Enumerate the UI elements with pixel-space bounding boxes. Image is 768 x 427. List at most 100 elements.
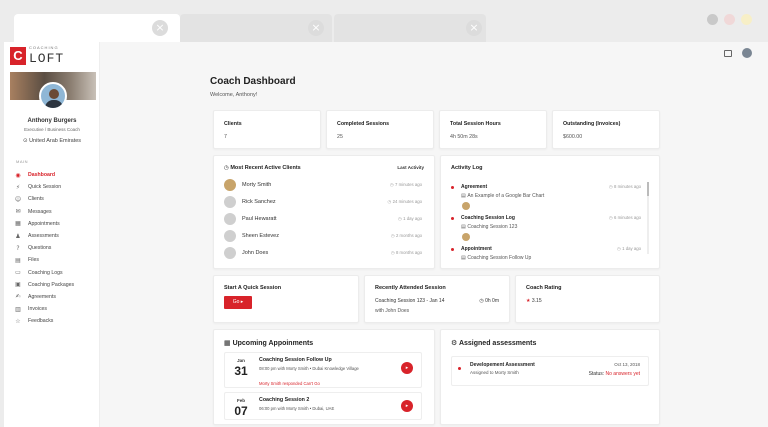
stat-card-session-hours[interactable]: Total Session Hours 4h 50m 28s (439, 110, 547, 149)
activity-subtitle: ▤ An Example of a Google Bar Chart (461, 193, 544, 199)
appointment-title[interactable]: Coaching Session 2 (259, 397, 309, 403)
sidebar-item-files[interactable]: ▤ Files (14, 254, 98, 266)
list-item[interactable]: Morty Smith ◷ 7 minutes ago (224, 178, 422, 192)
client-name[interactable]: John Does (242, 250, 391, 256)
assessment-item[interactable]: Developement Assessment Assigned to Mort… (451, 356, 649, 386)
appointment-day: 07 (234, 404, 248, 418)
activity-subtitle: ▤ Coaching Session 123 (461, 224, 517, 230)
user-location-text: United Arab Emirates (29, 138, 82, 144)
sidebar-item-dashboard[interactable]: ◉ Dashboard (14, 169, 98, 181)
card-title: ▦ Upcoming Appoinments (224, 339, 313, 347)
logo-text-top: COACHING (29, 45, 59, 50)
sidebar-item-assessments[interactable]: ♟ Assessments (14, 230, 98, 242)
stat-label: Clients (224, 121, 242, 127)
sidebar-item-label: Assessments (28, 233, 59, 240)
close-icon[interactable]: × (308, 20, 324, 36)
appointment-item[interactable]: Jan 31 Coaching Session Follow Up 08:00 … (224, 352, 422, 388)
client-name[interactable]: Morty Smith (242, 182, 390, 188)
timeline-dot (451, 248, 454, 251)
sidebar-item-feedbacks[interactable]: ☆ Feedbacks (14, 315, 98, 327)
user-name: Anthony Burgers (27, 118, 77, 124)
clients-icon: ☺ (14, 195, 22, 203)
sidebar-item-label: Coaching Logs (28, 269, 63, 276)
client-name[interactable]: Sheen Estevez (242, 233, 391, 239)
client-name[interactable]: Rick Sanchez (242, 199, 387, 205)
sidebar-item-agreements[interactable]: ✍ Agreements (14, 291, 98, 303)
list-item[interactable]: John Does ◷ 8 months ago (224, 246, 422, 260)
activity-subtitle-text: Coaching Session Follow Up (467, 255, 532, 261)
assessment-status: Status: No answers yet (589, 371, 640, 377)
assessment-icon: ⚙ (451, 339, 458, 347)
close-icon[interactable]: × (466, 20, 482, 36)
avatar[interactable] (742, 48, 752, 58)
assessment-title[interactable]: Developement Assessment (470, 362, 535, 368)
close-icon[interactable]: × (152, 20, 168, 36)
window-maximize-button[interactable] (724, 14, 735, 25)
duration-text: 0h 0m (485, 298, 499, 304)
go-button[interactable]: Go ▸ (224, 296, 252, 309)
open-appointment-button[interactable]: ▸ (401, 400, 413, 412)
client-name[interactable]: Paul Hewaratt (242, 216, 398, 222)
card-title: Recently Attended Session (375, 285, 446, 291)
recent-session-card: Recently Attended Session Coaching Sessi… (364, 275, 510, 323)
assessment-date: Oct 13, 2018 (614, 362, 640, 367)
status-dot (458, 367, 461, 370)
nav-section-label: MAIN (16, 159, 28, 164)
appointment-item[interactable]: Feb 07 Coaching Session 2 06:00 pm with … (224, 392, 422, 420)
stat-label: Completed Sessions (337, 121, 390, 127)
messages-icon: ✉ (15, 208, 21, 216)
activity-time-text: 8 minutes ago (614, 184, 641, 189)
browser-tab-active[interactable]: × (14, 14, 180, 42)
activity-time: ◷ 8 minutes ago (609, 184, 641, 190)
recent-clients-card: ◷ Most Recent Active Clients Last Activi… (213, 155, 435, 269)
status-badge: No answers yet (605, 371, 640, 377)
recent-session-name[interactable]: Coaching Session 123 - Jan 14 (375, 298, 445, 304)
sidebar-item-coaching-logs[interactable]: ▭ Coaching Logs (14, 267, 98, 279)
open-appointment-button[interactable]: ▸ (401, 362, 413, 374)
stat-card-clients[interactable]: Clients 7 (213, 110, 321, 149)
activity-title[interactable]: Coaching Session Log (461, 215, 515, 221)
sidebar-item-label: Invoices (28, 306, 48, 313)
app-container: C COACHING LOFT Anthony Burgers Executiv… (4, 42, 768, 427)
browser-tab[interactable]: × (334, 14, 486, 42)
activity-title[interactable]: Agreement (461, 184, 487, 190)
activity-subtitle-text: Coaching Session 123 (467, 224, 518, 230)
list-item[interactable]: Paul Hewaratt ◷ 1 day ago (224, 212, 422, 226)
client-last-activity: ◷ 7 minutes ago (390, 182, 422, 188)
appointment-title[interactable]: Coaching Session Follow Up (259, 357, 332, 363)
activity-time: 2 months ago (395, 233, 422, 238)
activity-scrollbar[interactable] (647, 182, 649, 254)
window-controls (707, 14, 752, 25)
sidebar-item-clients[interactable]: ☺ Clients (14, 193, 98, 205)
sidebar-item-messages[interactable]: ✉ Messages (14, 206, 98, 218)
sidebar-item-appointments[interactable]: ▦ Appointments (14, 218, 98, 230)
avatar[interactable] (39, 82, 67, 110)
activity-time-text: 6 minutes ago (614, 215, 641, 220)
avatar (462, 202, 470, 210)
sidebar-item-questions[interactable]: ? Questions (14, 242, 98, 254)
bolt-icon: ⚡ (15, 183, 21, 191)
activity-time: 1 day ago (403, 216, 422, 221)
sidebar-item-label: Agreements (28, 293, 56, 300)
list-item[interactable]: Sheen Estevez ◷ 2 months ago (224, 229, 422, 243)
rating-number: 3.15 (531, 298, 542, 304)
activity-title[interactable]: Appointment (461, 246, 492, 252)
timeline-dot (451, 186, 454, 189)
activity-time-text: 1 day ago (622, 246, 641, 251)
activity-subtitle: ▤ Coaching Session Follow Up (461, 255, 531, 261)
last-activity-label: Last Activity (397, 165, 424, 170)
stat-card-completed-sessions[interactable]: Completed Sessions 25 (326, 110, 434, 149)
brand-logo[interactable]: C COACHING LOFT (10, 46, 64, 66)
chat-icon[interactable] (724, 49, 732, 57)
sidebar-item-quick-session[interactable]: ⚡ Quick Session (14, 181, 98, 193)
browser-tab[interactable]: × (180, 14, 332, 42)
window-close-button[interactable] (741, 14, 752, 25)
stat-label: Outstanding (Invoices) (563, 121, 621, 127)
stat-value: 7 (224, 134, 227, 140)
sidebar-item-invoices[interactable]: ▥ Invoices (14, 303, 98, 315)
appointment-detail: 06:00 pm with Morty Smith • Dubai, UAE (259, 406, 335, 411)
window-minimize-button[interactable] (707, 14, 718, 25)
stat-card-outstanding-invoices[interactable]: Outstanding (Invoices) $600.00 (552, 110, 660, 149)
list-item[interactable]: Rick Sanchez ◷ 24 minutes ago (224, 195, 422, 209)
sidebar-item-coaching-packages[interactable]: ▣ Coaching Packages (14, 279, 98, 291)
